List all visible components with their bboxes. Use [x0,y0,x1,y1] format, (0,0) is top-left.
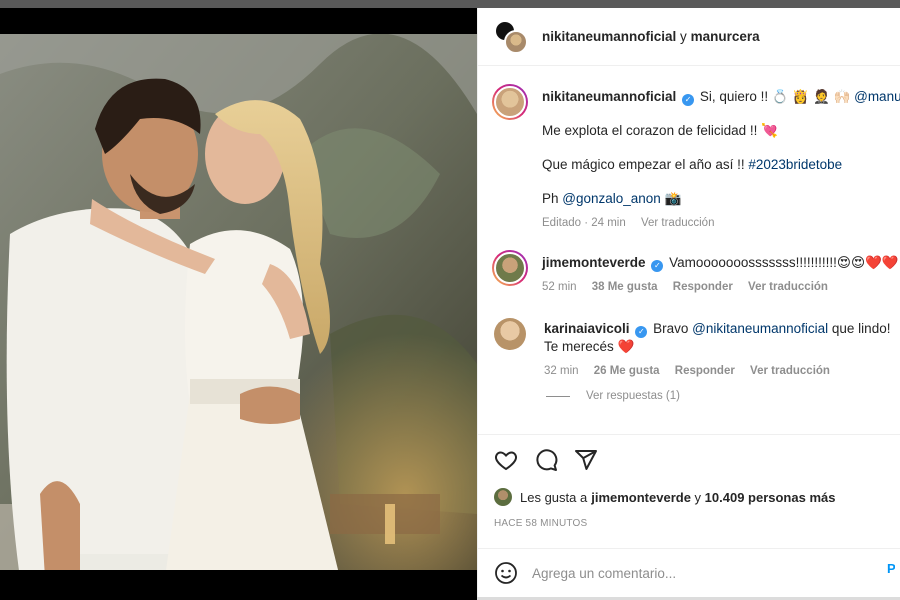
caption-hashtag[interactable]: #2023bridetobe [748,157,842,172]
window-top-bar [0,0,900,8]
replies-divider [546,395,570,397]
add-comment-bar: Agrega un comentario... P [478,548,900,597]
media-bottom-bar [0,570,477,600]
likes-joiner: y [690,489,705,505]
verified-badge-icon: ✓ [651,260,664,272]
comment-item: karinaiavicoli ✓ Bravo @nikitaneumannofi… [492,316,900,380]
header-username-2[interactable]: manurcera [691,29,760,44]
post-header: nikitaneumannoficial y manurcera [478,8,900,66]
view-replies-button[interactable]: Ver respuestas (1) [546,390,680,402]
emoji-icon[interactable] [494,561,518,585]
paper-plane-icon[interactable] [574,448,598,472]
comment-item: jimemonteverde ✓ Vamooooooosssssss!!!!!!… [492,250,900,296]
camera-icon: 📸 [664,191,682,206]
reply-button[interactable]: Responder [673,281,733,293]
comment-likes[interactable]: 38 Me gusta [592,281,658,293]
likes-prefix: Les gusta a [520,489,588,505]
view-replies-label: Ver respuestas (1) [586,390,680,402]
heart-outline-icon[interactable] [494,448,518,472]
likes-user[interactable]: jimemonteverde [591,490,691,505]
comment-likes[interactable]: 26 Me gusta [594,365,660,377]
comments-list[interactable]: nikitaneumannoficial ✓ Si, quiero !! 💍 👸… [478,66,900,434]
comment-bubble-icon[interactable] [534,448,558,472]
post-media[interactable] [0,8,477,570]
comment-username[interactable]: jimemonteverde [542,255,646,270]
post-actions [478,434,900,484]
header-usernames: nikitaneumannoficial y manurcera [542,29,760,44]
comment-time: 52 min [542,281,577,293]
caption-line-4: Ph [542,191,563,206]
caption-mention[interactable]: @manurcera [854,89,900,104]
comment-text-before: Bravo [653,321,693,336]
see-translation-link[interactable]: Ver traducción [641,217,715,229]
caption-edited-time: Editado · 24 min [542,217,626,229]
comment-username[interactable]: karinaiavicoli [544,321,630,336]
caption-line-3: Que mágico empezar el año así !! [542,157,749,172]
header-joiner: y [680,29,687,44]
verified-badge-icon: ✓ [635,326,648,338]
photo-credit-mention[interactable]: @gonzalo_anon [562,191,661,206]
heart-emoji: ❤️ [617,339,635,354]
post-side-panel: nikitaneumannoficial y manurcera nikitan… [477,8,900,597]
verified-badge-icon: ✓ [682,94,695,106]
comment-time: 32 min [544,365,579,377]
avatar[interactable] [494,318,526,350]
post-timestamp[interactable]: HACE 58 MINUTOS [494,518,587,529]
see-translation-link[interactable]: Ver traducción [748,281,828,293]
avatar[interactable] [494,488,512,506]
likes-count[interactable]: 10.409 personas más [705,490,836,505]
post-photo[interactable] [0,34,477,570]
see-translation-link[interactable]: Ver traducción [750,365,830,377]
collab-avatars[interactable] [494,19,528,54]
reply-button[interactable]: Responder [675,365,735,377]
comment-text: Vamooooooosssssss!!!!!!!!!!!😍😍❤️❤️ [669,255,899,270]
comment-mention[interactable]: @nikitaneumannoficial [692,321,828,336]
caption-line-1: Si, quiero !! 💍 👸 🤵 🙌🏻 [699,89,851,104]
caption: nikitaneumannoficial ✓ Si, quiero !! 💍 👸… [492,84,900,232]
header-username-1[interactable]: nikitaneumannoficial [542,29,676,44]
avatar[interactable] [492,84,528,120]
avatar[interactable] [504,29,528,54]
couple-photo [0,34,477,570]
caption-username[interactable]: nikitaneumannoficial [542,89,676,104]
caption-line-2: Me explota el corazon de felicidad !! 💘 [542,123,778,138]
avatar[interactable] [492,250,528,286]
likes-summary[interactable]: Les gusta a jimemonteverde y 10.409 pers… [494,488,835,506]
post-comment-button[interactable]: P [887,561,895,576]
comment-input[interactable]: Agrega un comentario... [532,566,676,581]
